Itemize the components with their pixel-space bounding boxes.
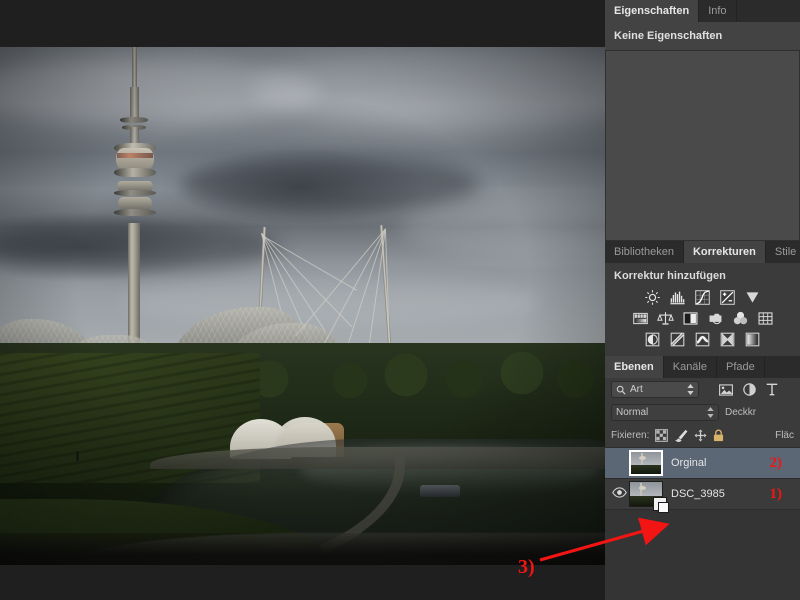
tab-korrekturen[interactable]: Korrekturen <box>683 241 766 263</box>
layer-row-dsc3985[interactable]: DSC_3985 1) <box>605 479 800 513</box>
adjustment-icon-row-3 <box>605 329 800 350</box>
lock-row: Fixieren: Fläc <box>605 424 800 447</box>
adjustment-icon-row-2 <box>605 308 800 329</box>
adjustments-tabbar[interactable]: Bibliotheken Korrekturen Stile <box>605 241 800 263</box>
layer-filter-value: Art <box>630 384 643 395</box>
pixel-layer-filter-icon[interactable] <box>719 383 733 396</box>
smart-object-badge-icon <box>653 497 669 513</box>
tab-pfade[interactable]: Pfade <box>717 356 765 378</box>
adjustment-icon-row-1 <box>605 287 800 308</box>
callout-1: 1) <box>769 485 783 502</box>
posterize-icon[interactable] <box>669 331 686 348</box>
type-layer-filter-icon[interactable] <box>766 383 778 396</box>
chevron-updown-icon[interactable] <box>687 384 694 395</box>
gradient-map-icon[interactable] <box>744 331 761 348</box>
right-panel-dock: Eigenschaften Info Keine Eigenschaften B… <box>605 0 800 600</box>
tab-eigenschaften[interactable]: Eigenschaften <box>605 0 700 22</box>
photo-image <box>0 47 605 565</box>
tab-label: Pfade <box>726 361 755 373</box>
photoshop-window: Eigenschaften Info Keine Eigenschaften B… <box>0 0 800 600</box>
layers-tabbar[interactable]: Ebenen Kanäle Pfade <box>605 356 800 378</box>
brightness-contrast-icon[interactable] <box>644 289 661 306</box>
tab-label: Stile <box>774 246 797 258</box>
lock-all-icon[interactable] <box>713 429 724 442</box>
color-balance-icon[interactable] <box>656 310 674 327</box>
tab-bibliotheken[interactable]: Bibliotheken <box>605 241 684 263</box>
properties-empty-message: Keine Eigenschaften <box>614 30 723 42</box>
tab-kanaele[interactable]: Kanäle <box>663 356 717 378</box>
color-lookup-icon[interactable] <box>757 310 774 327</box>
lock-image-icon[interactable] <box>674 429 688 442</box>
properties-tabbar[interactable]: Eigenschaften Info <box>605 0 800 22</box>
layer-row-orginal[interactable]: Orginal 2) <box>605 448 800 479</box>
tab-label: Korrekturen <box>692 246 756 258</box>
curves-icon[interactable] <box>694 289 711 306</box>
black-white-icon[interactable] <box>682 310 699 327</box>
channel-mixer-icon[interactable] <box>732 310 749 327</box>
callout-2: 2) <box>769 454 783 471</box>
thumb-tower-pod <box>638 485 646 490</box>
hue-saturation-icon[interactable] <box>632 310 649 327</box>
layers-body: Art Normal Deckkr Fixieren: Fläc Orginal… <box>605 378 800 513</box>
layer-thumbnail[interactable] <box>629 450 663 476</box>
tab-ebenen[interactable]: Ebenen <box>605 356 664 378</box>
callout-3-label: 3) <box>518 556 535 578</box>
fill-label: Fläc <box>775 430 794 441</box>
layer-filter-row: Art <box>605 378 800 401</box>
properties-empty-area <box>605 51 800 241</box>
layer-name: Orginal <box>671 457 707 469</box>
tab-label: Info <box>708 5 727 17</box>
chevron-updown-icon[interactable] <box>707 407 714 418</box>
selective-color-icon[interactable] <box>719 331 736 348</box>
threshold-icon[interactable] <box>694 331 711 348</box>
lock-label: Fixieren: <box>611 430 650 441</box>
thumb-sky <box>631 452 661 465</box>
photo-filter-icon[interactable] <box>707 310 724 327</box>
tab-label: Eigenschaften <box>614 5 690 17</box>
adjustments-heading: Korrektur hinzufügen <box>614 270 726 282</box>
levels-icon[interactable] <box>669 289 686 306</box>
eye-icon <box>611 487 627 498</box>
blend-mode-row: Normal Deckkr <box>605 401 800 424</box>
exposure-icon[interactable] <box>719 289 736 306</box>
blend-mode-value: Normal <box>616 407 649 418</box>
thumb-tower-pod <box>639 455 647 460</box>
tab-label: Bibliotheken <box>614 246 674 258</box>
thumb-sky <box>630 482 662 496</box>
tab-label: Ebenen <box>614 361 654 373</box>
tabbar-filler <box>736 0 800 22</box>
layer-filter-select[interactable]: Art <box>611 381 699 398</box>
adjustments-body: Korrektur hinzufügen <box>605 263 800 356</box>
properties-body: Keine Eigenschaften <box>605 22 800 50</box>
tab-label: Kanäle <box>672 361 707 373</box>
adjustment-layer-filter-icon[interactable] <box>743 383 756 396</box>
vignette <box>0 47 605 565</box>
layer-name: DSC_3985 <box>671 488 725 500</box>
tabbar-filler <box>764 356 800 378</box>
layer-type-filters <box>719 383 778 396</box>
invert-icon[interactable] <box>644 331 661 348</box>
blend-mode-select[interactable]: Normal <box>611 404 719 421</box>
tab-info[interactable]: Info <box>699 0 737 22</box>
tab-stile[interactable]: Stile <box>765 241 800 263</box>
vibrance-icon[interactable] <box>744 289 761 306</box>
lock-transparency-icon[interactable] <box>655 429 669 442</box>
layer-visibility-toggle[interactable] <box>609 485 629 503</box>
layer-thumbnail-wrap[interactable] <box>629 450 663 476</box>
lock-position-icon[interactable] <box>694 429 707 442</box>
thumb-ground <box>631 464 661 474</box>
layer-thumbnail-wrap[interactable] <box>629 481 669 513</box>
opacity-label: Deckkr <box>725 407 757 418</box>
search-icon <box>616 385 626 395</box>
document-canvas[interactable] <box>0 0 605 600</box>
